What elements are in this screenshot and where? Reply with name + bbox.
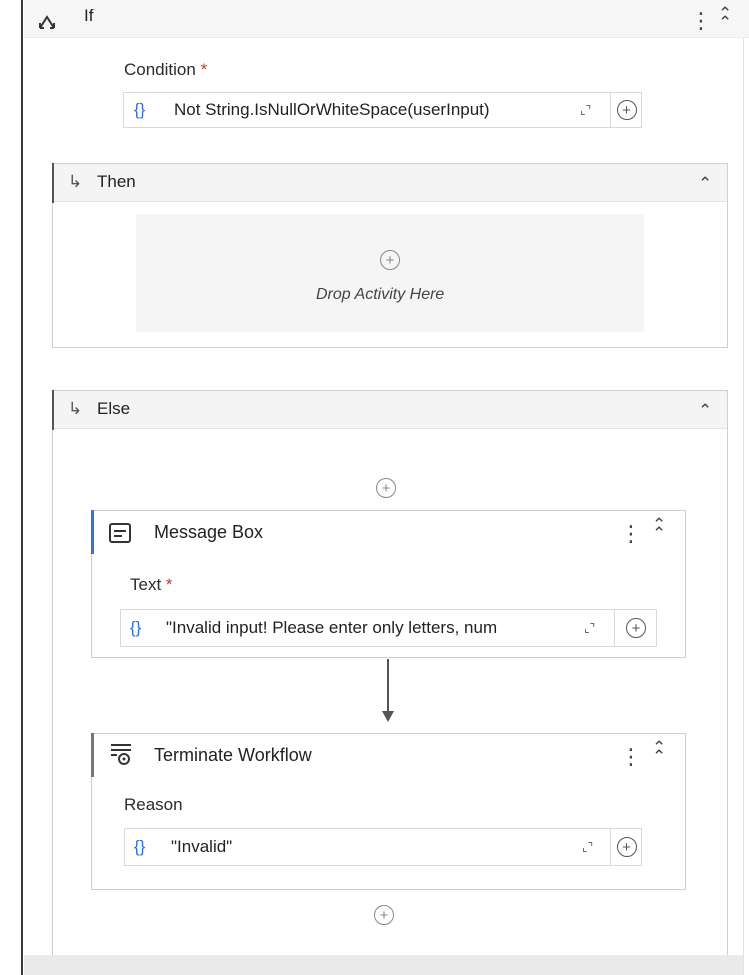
then-title: Then: [97, 172, 136, 191]
then-header[interactable]: [53, 164, 727, 202]
expression-braces-icon: {}: [134, 100, 146, 119]
circle-plus-icon: +: [616, 837, 637, 857]
reason-value[interactable]: "Invalid": [171, 837, 551, 857]
expand-editor-icon[interactable]: ⌞⌝: [580, 103, 591, 117]
terminate-collapse-icon[interactable]: ⌃ ⌃: [652, 739, 666, 765]
if-branch-icon: [39, 15, 55, 29]
message-box-collapse-icon[interactable]: ⌃ ⌃: [652, 516, 666, 542]
if-more-options-icon[interactable]: ⋮: [690, 10, 712, 32]
text-label: Text *: [130, 575, 173, 595]
circle-plus-icon: +: [626, 618, 646, 638]
expand-editor-icon[interactable]: ⌞⌝: [584, 621, 595, 635]
else-add-activity-top[interactable]: +: [376, 478, 396, 498]
then-collapse-icon[interactable]: ⌃: [698, 174, 712, 194]
circle-plus-icon: +: [374, 905, 394, 925]
terminate-accent: [91, 733, 94, 777]
else-title: Else: [97, 399, 131, 418]
required-mark: *: [200, 60, 208, 79]
branch-arrow-icon: ↳: [68, 399, 83, 418]
condition-add-button[interactable]: +: [610, 92, 642, 128]
canvas-right-border: [743, 0, 744, 975]
branch-arrow-icon: ↳: [68, 172, 83, 191]
condition-expression-value[interactable]: Not String.IsNullOrWhiteSpace(userInput): [174, 100, 574, 120]
else-collapse-icon[interactable]: ⌃: [698, 401, 712, 421]
if-activity-title: If: [84, 6, 94, 25]
terminate-workflow-title: Terminate Workflow: [154, 745, 312, 765]
if-collapse-icon[interactable]: ⌃ ⌃: [718, 5, 732, 31]
message-box-more-icon[interactable]: ⋮: [620, 523, 642, 545]
message-box-icon: [109, 523, 131, 543]
else-add-activity-bottom[interactable]: +: [374, 905, 394, 925]
expression-braces-icon: {}: [130, 618, 142, 637]
circle-plus-icon: +: [616, 100, 637, 120]
required-mark: *: [165, 575, 173, 594]
sequence-connector: [387, 659, 389, 712]
if-activity-header[interactable]: [24, 0, 749, 38]
circle-plus-icon: +: [380, 250, 400, 270]
drop-activity-text: Drop Activity Here: [316, 286, 445, 303]
circle-plus-icon: +: [376, 478, 396, 498]
condition-label-text: Condition: [124, 60, 196, 79]
terminate-workflow-icon: [111, 744, 131, 765]
canvas-left-border: [21, 0, 23, 975]
then-add-activity-button[interactable]: +: [380, 250, 400, 270]
terminate-more-icon[interactable]: ⋮: [620, 746, 642, 768]
then-accent: [52, 163, 54, 203]
else-header[interactable]: [53, 391, 727, 429]
message-box-accent: [91, 510, 94, 554]
then-drop-area[interactable]: [136, 214, 644, 332]
canvas-bottom-edge: [24, 955, 743, 975]
text-label-text: Text: [130, 575, 162, 594]
connector-arrow-icon: [382, 711, 394, 722]
else-accent: [52, 390, 54, 430]
reason-add-button[interactable]: +: [610, 828, 642, 866]
condition-label: Condition *: [124, 60, 207, 80]
message-box-title: Message Box: [154, 522, 264, 542]
reason-label: Reason: [124, 795, 183, 814]
expand-editor-icon[interactable]: ⌞⌝: [582, 840, 593, 854]
message-text-value[interactable]: "Invalid input! Please enter only letter…: [166, 618, 576, 638]
message-text-add-button[interactable]: +: [614, 609, 657, 647]
expression-braces-icon: {}: [134, 837, 146, 856]
